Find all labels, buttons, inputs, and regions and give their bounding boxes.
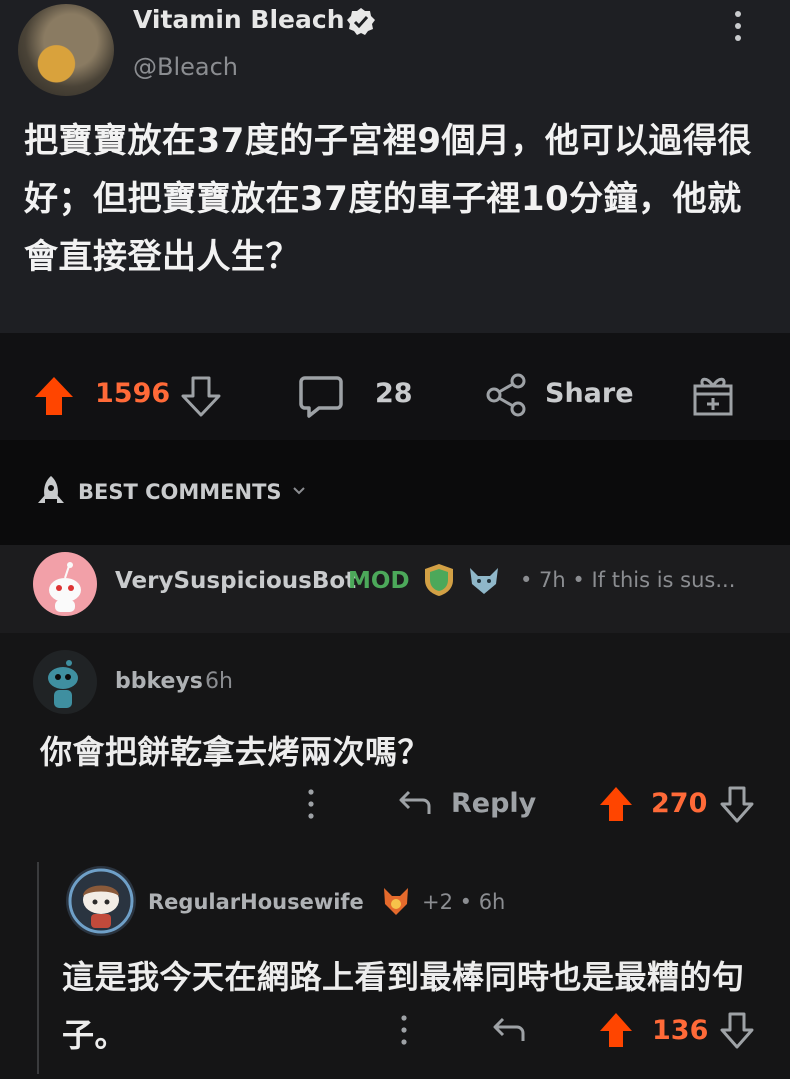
comment-icon[interactable]	[297, 372, 345, 420]
verified-badge-icon	[347, 8, 375, 35]
upvote-icon[interactable]	[32, 374, 76, 418]
tweet-author-name[interactable]: Vitamin Bleach	[133, 5, 345, 34]
share-button[interactable]: Share	[545, 378, 634, 409]
thread-line[interactable]	[37, 862, 39, 1074]
comment-meta: +2 • 6h	[422, 890, 506, 914]
comment-meta: • 7h • If this is sus...	[520, 568, 736, 592]
comment-vote-count: 270	[651, 788, 708, 819]
shield-award-icon	[425, 564, 453, 596]
post-vote-count: 1596	[95, 378, 171, 409]
comment-author[interactable]: bbkeys	[115, 669, 203, 694]
award-icon	[384, 888, 408, 915]
comment-timestamp: 6h	[205, 669, 233, 694]
snoo-avatar-icon	[49, 562, 81, 612]
sort-best-comments[interactable]: BEST COMMENTS	[78, 480, 282, 504]
more-vertical-icon[interactable]	[306, 787, 316, 821]
more-vertical-icon[interactable]	[726, 8, 750, 44]
tweet-card: Vitamin Bleach @Bleach 把寶寶放在37度的子宮裡9個月，他…	[0, 0, 790, 333]
snoo-avatar-icon	[68, 868, 134, 934]
comment-author[interactable]: RegularHousewife	[148, 890, 364, 914]
snoo-avatar-icon	[48, 660, 78, 708]
best-rocket-icon	[38, 476, 64, 503]
share-icon[interactable]	[484, 372, 528, 418]
downvote-icon[interactable]	[180, 374, 222, 418]
reply-button[interactable]: Reply	[451, 788, 536, 819]
comment-count[interactable]: 28	[375, 378, 413, 409]
downvote-icon[interactable]	[719, 1011, 755, 1049]
tweet-avatar[interactable]	[18, 4, 114, 96]
avatar[interactable]	[33, 650, 97, 714]
more-vertical-icon[interactable]	[399, 1013, 409, 1047]
mod-badge: MOD	[348, 568, 410, 594]
downvote-icon[interactable]	[719, 785, 755, 823]
award-icon	[470, 568, 498, 594]
avatar[interactable]	[66, 866, 136, 936]
reply-icon[interactable]	[397, 786, 433, 820]
comment-author[interactable]: VerySuspiciousBot	[115, 568, 356, 594]
upvote-icon[interactable]	[598, 1011, 634, 1049]
comment-body: 這是我今天在網路上看到最棒同時也是最糟的句子。	[62, 958, 745, 1054]
upvote-icon[interactable]	[598, 785, 634, 823]
tweet-author-handle[interactable]: @Bleach	[133, 53, 238, 81]
chevron-down-icon[interactable]	[290, 482, 308, 500]
gift-icon[interactable]	[691, 372, 735, 418]
comment-vote-count: 136	[652, 1015, 709, 1046]
reply-icon[interactable]	[491, 1013, 527, 1047]
comment-body: 你會把餅乾拿去烤兩次嗎？	[40, 733, 431, 771]
tweet-text: 把寶寶放在37度的子宮裡9個月，他可以過得很好；但把寶寶放在37度的車子裡10分…	[24, 121, 752, 277]
avatar[interactable]	[33, 552, 97, 616]
